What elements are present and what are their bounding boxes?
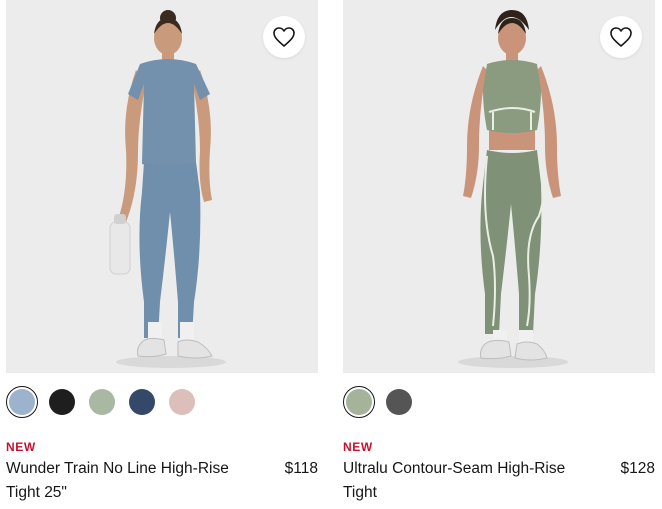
heart-outline-icon [610, 27, 632, 47]
color-swatch[interactable] [166, 386, 198, 418]
product-image[interactable] [343, 0, 655, 373]
color-swatch[interactable] [383, 386, 415, 418]
swatch-color [9, 389, 35, 415]
model-photo-green [458, 10, 568, 368]
color-swatch[interactable] [46, 386, 78, 418]
wishlist-button[interactable] [600, 16, 642, 58]
new-badge: NEW [6, 440, 36, 454]
color-swatches [6, 386, 198, 418]
heart-outline-icon [273, 27, 295, 47]
color-swatch[interactable] [126, 386, 158, 418]
product-card[interactable]: NEW Wunder Train No Line High-Rise Tight… [6, 0, 318, 501]
color-swatch[interactable] [343, 386, 375, 418]
product-image[interactable] [6, 0, 318, 373]
color-swatches [343, 386, 415, 418]
swatch-color [169, 389, 195, 415]
model-photo-blue [109, 10, 226, 368]
product-price: $118 [284, 460, 318, 477]
swatch-color [49, 389, 75, 415]
wishlist-button[interactable] [263, 16, 305, 58]
swatch-color [129, 389, 155, 415]
swatch-color [346, 389, 372, 415]
color-swatch[interactable] [86, 386, 118, 418]
color-swatch[interactable] [6, 386, 38, 418]
new-badge: NEW [343, 440, 373, 454]
product-price: $128 [620, 460, 655, 477]
product-name[interactable]: Wunder Train No Line High-Rise Tight 25" [6, 457, 264, 505]
product-name[interactable]: Ultralu Contour-Seam High-Rise Tight [343, 457, 601, 505]
product-card[interactable]: NEW Ultralu Contour-Seam High-Rise Tight… [343, 0, 655, 501]
swatch-color [89, 389, 115, 415]
swatch-color [386, 389, 412, 415]
